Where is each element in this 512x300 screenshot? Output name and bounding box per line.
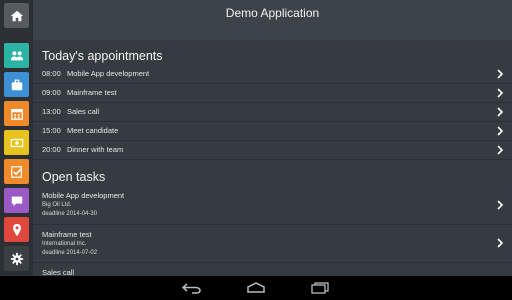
people-icon [10, 50, 23, 60]
app-title: Demo Application [225, 6, 320, 20]
appointment-title: Mainframe test [67, 88, 117, 97]
checklist-icon [10, 165, 22, 178]
sidebar-item-tasks[interactable] [4, 159, 29, 184]
system-nav-bar [0, 276, 512, 300]
app-window: Demo Application Today's appointments 08… [0, 0, 512, 276]
appointment-title: Dinner with team [67, 145, 124, 154]
sidebar-item-settings[interactable] [4, 246, 29, 271]
task-deadline: deadline 2014-04-30 [42, 211, 98, 217]
chevron-right-icon [497, 107, 504, 117]
appointment-row[interactable]: 09:00 Mainframe test [33, 84, 512, 103]
calendar-icon [10, 108, 23, 120]
chat-icon [11, 196, 22, 206]
tasks-title: Open tasks [42, 170, 106, 184]
chevron-right-icon [497, 145, 504, 155]
task-row[interactable]: Mobile App development Big Oil Ltd. dead… [33, 187, 512, 225]
sidebar-item-messages[interactable] [4, 188, 29, 213]
appointment-time: 13:00 [42, 107, 61, 116]
task-title: Mobile App development [42, 191, 125, 200]
appointment-time: 15:00 [42, 126, 61, 135]
task-title: Mainframe test [42, 230, 92, 239]
dashboard-content[interactable]: Today's appointments 08:00 Mobile App de… [33, 40, 512, 276]
appointment-title: Meet candidate [67, 126, 119, 135]
sidebar-item-calendar[interactable] [4, 101, 29, 126]
appointment-title: Sales call [67, 107, 100, 116]
gear-icon [10, 252, 23, 265]
home-nav-icon [247, 282, 265, 293]
recents-icon [311, 282, 329, 294]
task-title: Sales call [42, 268, 75, 276]
appointment-title: Mobile App development [67, 69, 150, 78]
task-company: International Inc. [42, 241, 87, 247]
task-company: Big Oil Ltd. [42, 202, 72, 208]
task-deadline: deadline 2014-07-02 [42, 250, 98, 256]
appointment-time: 08:00 [42, 69, 61, 78]
appointment-row[interactable]: 20:00 Dinner with team [33, 141, 512, 160]
briefcase-icon [11, 79, 22, 90]
back-button[interactable] [180, 281, 204, 295]
map-pin-icon [12, 223, 21, 236]
home-icon [10, 10, 23, 21]
appointment-row[interactable]: 15:00 Meet candidate [33, 122, 512, 141]
sidebar-item-projects[interactable] [4, 72, 29, 97]
home-nav-button[interactable] [244, 281, 268, 295]
appointment-time: 20:00 [42, 145, 61, 154]
chevron-right-icon [497, 69, 504, 79]
appointment-row[interactable]: 13:00 Sales call [33, 103, 512, 122]
sidebar [0, 0, 33, 276]
back-icon [181, 283, 201, 294]
sidebar-item-home[interactable] [4, 3, 29, 28]
action-bar: Demo Application [33, 0, 512, 28]
appointment-time: 09:00 [42, 88, 61, 97]
chevron-right-icon [497, 126, 504, 136]
task-row[interactable]: Sales call [33, 263, 512, 276]
sidebar-item-map[interactable] [4, 217, 29, 242]
sidebar-item-contacts[interactable] [4, 43, 29, 68]
task-row[interactable]: Mainframe test International Inc. deadli… [33, 225, 512, 263]
chevron-right-icon [497, 200, 504, 210]
appointments-title: Today's appointments [42, 49, 163, 63]
recents-button[interactable] [308, 281, 332, 295]
chevron-right-icon [497, 238, 504, 248]
sidebar-item-finance[interactable] [4, 130, 29, 155]
appointment-row[interactable]: 08:00 Mobile App development [33, 65, 512, 84]
money-icon [10, 138, 23, 147]
chevron-right-icon [497, 88, 504, 98]
